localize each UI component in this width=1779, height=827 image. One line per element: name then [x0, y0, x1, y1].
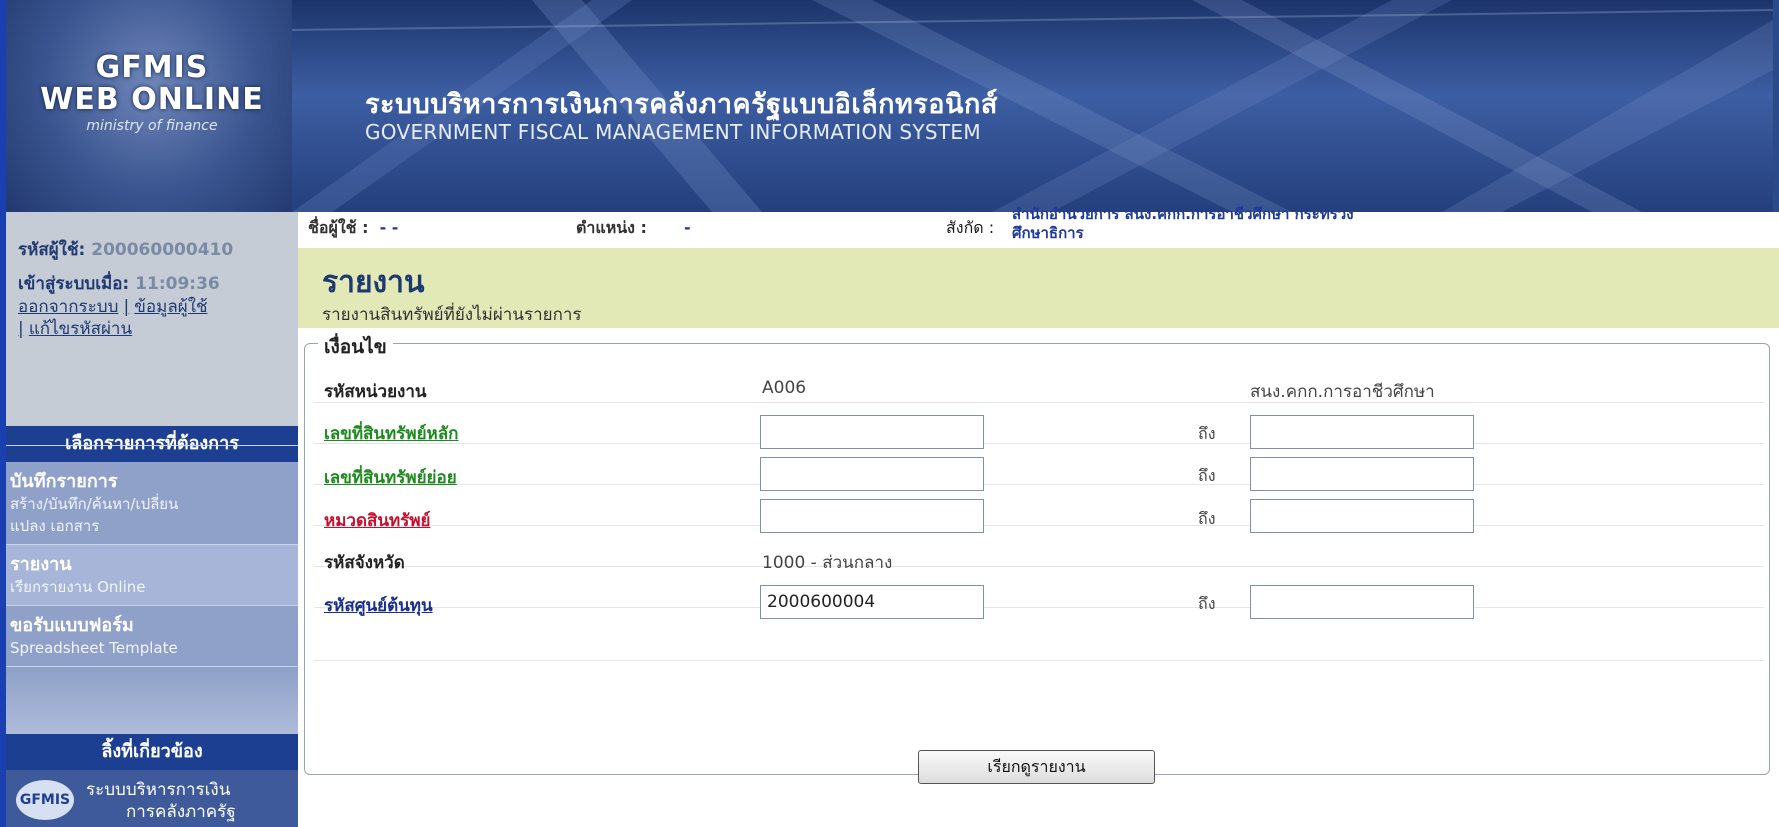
username-label: ชื่อผู้ใช้ :: [308, 218, 369, 237]
menu-item-description: สร้าง/บันทึก/ค้นหา/เปลี่ยน: [10, 495, 179, 513]
position-field: ตำแหน่ง : -: [576, 216, 691, 241]
menu-item-title: บันทึกรายการ: [10, 471, 118, 492]
conditions-fieldset: [304, 343, 1770, 775]
menu-item-record[interactable]: บันทึกรายการ สร้าง/บันทึก/ค้นหา/เปลี่ยน …: [6, 462, 298, 545]
to-label: ถึง: [1198, 424, 1216, 443]
related-links-header: ลิ้งที่เกี่ยวข้อง: [6, 734, 298, 770]
login-time: เข้าสู่ระบบเมื่อ: 11:09:36: [18, 270, 220, 297]
menu-item-title: รายงาน: [10, 554, 72, 575]
cost-center-to-input[interactable]: [1250, 585, 1474, 619]
logo-line-1: GFMIS: [95, 50, 209, 85]
user-id-value: 200060000410: [91, 240, 234, 260]
view-report-button[interactable]: เรียกดูรายงาน: [918, 750, 1155, 784]
main-asset-link[interactable]: เลขที่สินทรัพย์หลัก: [324, 420, 458, 447]
spacer: [6, 445, 298, 446]
sub-asset-to-input[interactable]: [1250, 457, 1474, 491]
menu-header: เลือกรายการที่ต้องการ: [6, 426, 298, 462]
unit-name-value: สนง.คกก.การอาชีวศึกษา: [1250, 382, 1435, 402]
gfmis-related-link[interactable]: GFMIS ระบบบริหารการเงิน การคลังภาครัฐ: [6, 770, 298, 827]
row-divider: [314, 443, 1764, 444]
row-divider: [314, 566, 1764, 567]
row-divider: [314, 660, 1764, 661]
row-divider: [314, 484, 1764, 485]
asset-class-link[interactable]: หมวดสินทรัพย์: [324, 507, 431, 534]
login-time-value: 11:09:36: [135, 274, 220, 294]
asset-class-to-input[interactable]: [1250, 499, 1474, 533]
user-id-label: รหัสผู้ใช้:: [18, 240, 86, 260]
logo-text: GFMIS WEB ONLINE: [6, 52, 298, 116]
username-field: ชื่อผู้ใช้ : - -: [308, 216, 398, 241]
row-divider: [314, 525, 1764, 526]
gfmis-link-text: การคลังภาครัฐ: [126, 802, 236, 822]
province-code-value: 1000 - ส่วนกลาง: [762, 553, 893, 573]
sub-asset-from-input[interactable]: [760, 457, 984, 491]
menu-item-forms[interactable]: ขอรับแบบฟอร์ม Spreadsheet Template: [6, 606, 298, 667]
gfmis-badge-icon: GFMIS: [16, 780, 74, 820]
menu-item-report[interactable]: รายงาน เรียกรายงาน Online: [6, 545, 298, 606]
main-asset-from-input[interactable]: [760, 415, 984, 449]
affiliation-value: สำนักอำนวยการ สนง.คกก.การอาชีวศึกษา กระท…: [1012, 205, 1354, 243]
asset-class-from-input[interactable]: [760, 499, 984, 533]
link-separator: |: [123, 297, 130, 317]
system-title-thai: ระบบบริหารการเงินการคลังภาครัฐแบบอิเล็กท…: [365, 89, 998, 120]
username-value: - -: [379, 218, 399, 237]
conditions-legend: เงื่อนไข: [318, 332, 393, 362]
province-code-label: รหัสจังหวัด: [324, 553, 405, 573]
menu-item-description: Spreadsheet Template: [10, 639, 178, 657]
change-password-link[interactable]: แก้ไขรหัสผ่าน: [29, 319, 132, 339]
menu-item-description: เรียกรายงาน Online: [10, 578, 146, 596]
main-asset-to-input[interactable]: [1250, 415, 1474, 449]
page-title: รายงาน: [322, 265, 425, 300]
affiliation-line-2: ศึกษาธิการ: [1012, 224, 1084, 242]
unit-code-value: A006: [762, 378, 807, 398]
menu-item-description: แปลง เอกสาร: [10, 517, 100, 535]
position-label: ตำแหน่ง :: [576, 218, 647, 237]
page-subtitle: รายงานสินทรัพย์ที่ยังไม่ผ่านรายการ: [322, 305, 582, 325]
position-value: -: [684, 218, 691, 237]
row-divider: [314, 402, 1764, 403]
sidebar-spacer: [6, 667, 298, 734]
affiliation-line-1: สำนักอำนวยการ สนง.คกก.การอาชีวศึกษา กระท…: [1012, 205, 1354, 223]
to-label: ถึง: [1198, 466, 1216, 485]
unit-code-label: รหัสหน่วยงาน: [324, 382, 427, 402]
cost-center-from-input[interactable]: [760, 585, 984, 619]
logo-line-2: WEB ONLINE: [40, 82, 264, 117]
row-divider: [314, 607, 1764, 608]
user-info-link[interactable]: ข้อมูลผู้ใช้: [134, 297, 207, 317]
logo-subtitle: ministry of finance: [86, 118, 218, 134]
to-label: ถึง: [1198, 594, 1216, 613]
login-time-label: เข้าสู่ระบบเมื่อ:: [18, 274, 130, 294]
menu-item-title: ขอรับแบบฟอร์ม: [10, 615, 134, 636]
to-label: ถึง: [1198, 509, 1216, 528]
user-links: ออกจากระบบ | ข้อมูลผู้ใช้ | แก้ไขรหัสผ่า…: [18, 296, 290, 340]
sub-asset-link[interactable]: เลขที่สินทรัพย์ย่อย: [324, 464, 457, 491]
user-id: รหัสผู้ใช้: 200060000410: [18, 236, 233, 263]
cost-center-link[interactable]: รหัสศูนย์ต้นทุน: [324, 592, 433, 619]
link-separator: |: [18, 319, 24, 339]
system-title-english: GOVERNMENT FISCAL MANAGEMENT INFORMATION…: [365, 120, 981, 144]
logout-link[interactable]: ออกจากระบบ: [18, 297, 118, 317]
affiliation-label: สังกัด :: [946, 218, 995, 237]
